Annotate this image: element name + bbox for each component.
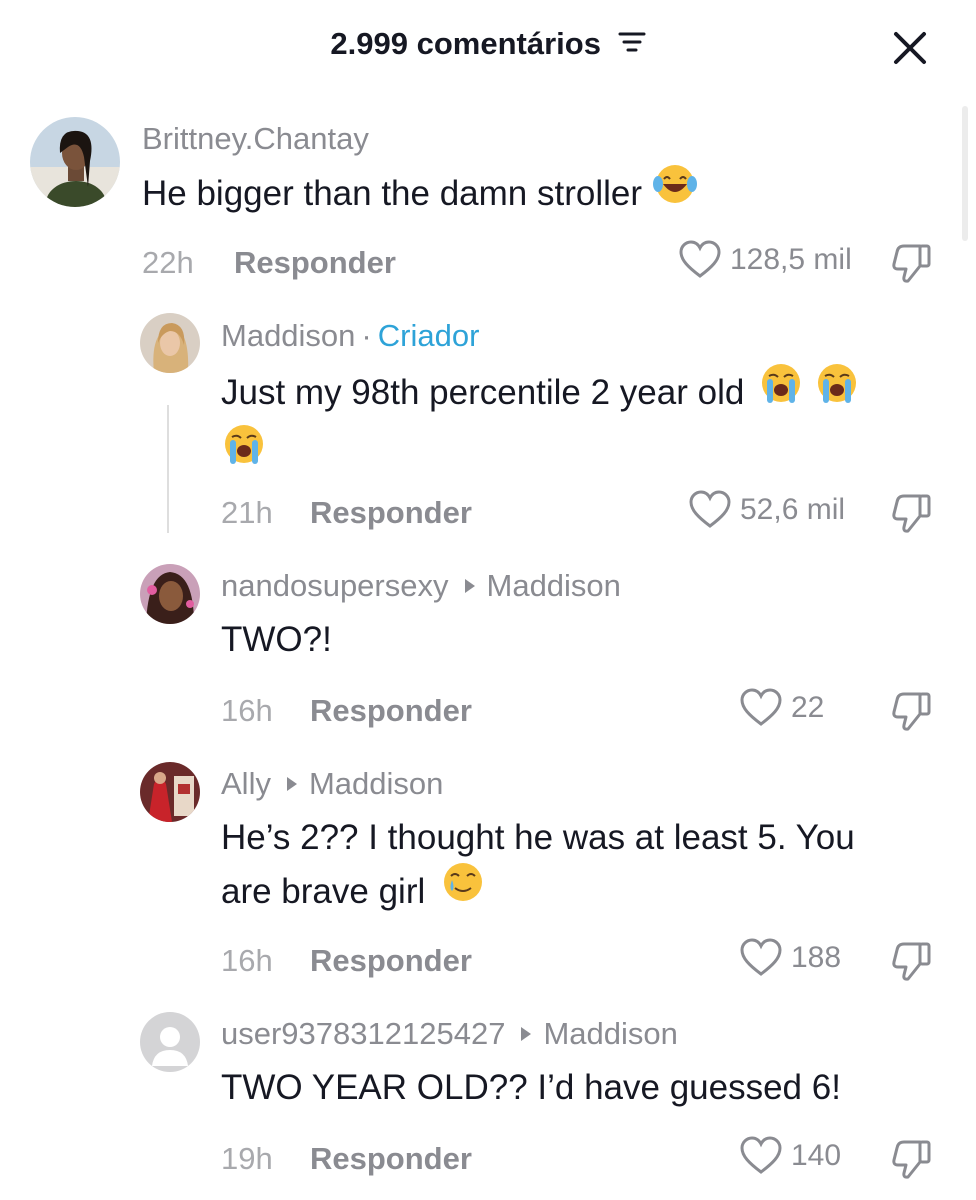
dislike-button[interactable] [890, 490, 934, 534]
reply-thread-line [167, 405, 169, 533]
comments-header: 2.999 comentários [0, 0, 976, 96]
reply-button[interactable]: Responder [234, 245, 396, 281]
comment-time: 16h [221, 693, 273, 728]
like-count: 128,5 mil [730, 243, 852, 276]
thumbs-down-icon [892, 494, 931, 533]
comment-time: 21h [221, 495, 273, 530]
avatar[interactable] [30, 117, 120, 207]
comment-time: 22h [142, 245, 194, 280]
default-avatar-icon [140, 1012, 200, 1072]
avatar[interactable] [140, 313, 200, 373]
reply-to-username[interactable]: Maddison [487, 568, 621, 603]
heart-outline-icon [740, 688, 782, 726]
close-button[interactable] [890, 28, 930, 68]
username-separator: · [361, 318, 372, 353]
comment-time: 16h [221, 943, 273, 978]
heart-outline-icon [689, 490, 731, 528]
reply-button[interactable]: Responder [310, 1141, 472, 1177]
heart-outline-icon [679, 240, 721, 278]
reply-arrow-icon [464, 579, 475, 593]
comment-username-line: nandosupersexy Maddison [221, 568, 621, 604]
reply-button[interactable]: Responder [310, 495, 472, 531]
dislike-button[interactable] [890, 1136, 934, 1180]
comment-username[interactable]: Maddison [221, 318, 355, 353]
like-count: 140 [791, 1139, 842, 1172]
reply-arrow-icon [521, 1027, 532, 1041]
comment-text: TWO YEAR OLD?? I’d have guessed 6! [221, 1068, 841, 1107]
reply-arrow-icon [286, 777, 297, 791]
like-button[interactable]: 188 [739, 938, 841, 978]
comment-text-line: are brave girl [221, 871, 426, 911]
comment-text: Just my 98th percentile 2 year old [221, 364, 860, 486]
comment-text: TWO?! [221, 620, 332, 659]
avatar[interactable] [140, 1012, 200, 1072]
smiling-tear-emoji [441, 860, 485, 919]
laughing-tears-emoji [652, 162, 698, 221]
avatar[interactable] [140, 564, 200, 624]
comment-text-line: He’s 2?? I thought he was at least 5. Yo… [221, 818, 855, 857]
like-count: 188 [791, 941, 842, 974]
comments-count-title: 2.999 comentários [0, 26, 976, 64]
reply-button[interactable]: Responder [310, 693, 472, 729]
comment-username-line: user9378312125427 Maddison [221, 1016, 678, 1052]
reply-button[interactable]: Responder [310, 943, 472, 979]
comment-text: He’s 2?? I thought he was at least 5. Yo… [221, 812, 855, 923]
reply-to-username[interactable]: Maddison [543, 1016, 677, 1051]
loudly-crying-emoji [221, 421, 267, 482]
comment-username[interactable]: nandosupersexy [221, 568, 449, 603]
comment-text-content: Just my 98th percentile 2 year old [221, 372, 745, 412]
sort-lines-icon[interactable] [618, 26, 646, 62]
thumbs-down-icon [892, 942, 931, 981]
close-x-icon[interactable] [890, 28, 930, 68]
heart-outline-icon [740, 938, 782, 976]
like-button[interactable]: 52,6 mil [688, 490, 845, 530]
thumbs-down-icon [892, 1140, 931, 1179]
like-count: 22 [791, 691, 825, 724]
like-button[interactable]: 22 [739, 688, 824, 728]
comment-username-line: Ally Maddison [221, 766, 443, 802]
like-button[interactable]: 128,5 mil [678, 240, 852, 280]
dislike-button[interactable] [890, 688, 934, 732]
dislike-button[interactable] [890, 240, 934, 284]
reply-to-username[interactable]: Maddison [309, 766, 443, 801]
dislike-button[interactable] [890, 938, 934, 982]
creator-badge: Criador [377, 318, 480, 353]
scrollbar[interactable] [962, 106, 968, 241]
heart-outline-icon [740, 1136, 782, 1174]
thumbs-down-icon [892, 244, 931, 283]
comment-username[interactable]: Brittney.Chantay [142, 121, 369, 157]
comment-text-content: He bigger than the damn stroller [142, 173, 642, 213]
comment-time: 19h [221, 1141, 273, 1176]
comment-username[interactable]: Ally [221, 766, 271, 801]
loudly-crying-emoji [814, 360, 860, 421]
comment-username[interactable]: user9378312125427 [221, 1016, 505, 1051]
avatar[interactable] [140, 762, 200, 822]
like-count: 52,6 mil [740, 493, 846, 526]
thumbs-down-icon [892, 692, 931, 731]
loudly-crying-emoji [758, 360, 804, 421]
comment-username-line: Maddison · Criador [221, 318, 479, 354]
comment-text: He bigger than the damn stroller [142, 165, 698, 225]
like-button[interactable]: 140 [739, 1136, 841, 1176]
comments-count-label: 2.999 comentários [330, 26, 601, 61]
